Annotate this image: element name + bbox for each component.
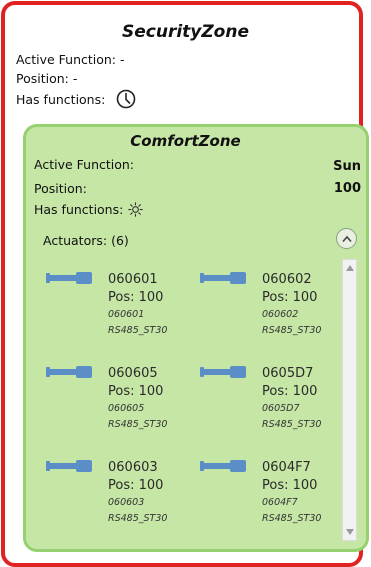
- actuator-name: 0605D7: [262, 366, 314, 381]
- actuator-icon: [46, 460, 92, 472]
- clock-icon[interactable]: [116, 89, 136, 109]
- actuator-position: Pos: 100: [262, 478, 318, 493]
- comfort-position-value: 100: [333, 181, 361, 196]
- actuator-icon: [46, 366, 92, 378]
- actuator-id: 060605: [108, 403, 145, 414]
- actuator-id: 0605D7: [262, 403, 300, 414]
- scroll-up-arrow-icon[interactable]: [346, 265, 354, 271]
- actuator-item[interactable]: 060601 Pos: 100 060601 RS485_ST30: [46, 267, 186, 359]
- comfort-zone-title: ComfortZone: [130, 132, 241, 150]
- sun-icon[interactable]: [128, 202, 143, 217]
- actuator-name: 060602: [262, 272, 312, 287]
- actuator-icon: [200, 272, 246, 284]
- actuator-type: RS485_ST30: [262, 419, 322, 430]
- actuator-item[interactable]: 060605 Pos: 100 060605 RS485_ST30: [46, 361, 186, 453]
- actuator-position: Pos: 100: [108, 478, 164, 493]
- scroll-down-arrow-icon[interactable]: [346, 529, 354, 535]
- actuator-name: 060601: [108, 272, 158, 287]
- actuator-id: 060602: [262, 309, 299, 320]
- actuator-position: Pos: 100: [108, 384, 164, 399]
- actuator-type: RS485_ST30: [108, 419, 168, 430]
- actuator-name: 060603: [108, 460, 158, 475]
- comfort-position-label: Position:: [34, 181, 87, 196]
- security-position: Position: -: [16, 71, 78, 86]
- actuator-item[interactable]: 0605D7 Pos: 100 0605D7 RS485_ST30: [200, 361, 340, 453]
- security-active-function: Active Function: -: [16, 52, 125, 67]
- comfort-has-functions: Has functions:: [34, 202, 124, 217]
- actuator-type: RS485_ST30: [108, 325, 168, 336]
- actuator-position: Pos: 100: [262, 384, 318, 399]
- actuator-name: 060605: [108, 366, 158, 381]
- actuator-icon: [46, 272, 92, 284]
- actuator-type: RS485_ST30: [262, 513, 322, 524]
- comfort-active-function-value: Sun: [333, 159, 361, 174]
- actuator-id: 060601: [108, 309, 145, 320]
- actuator-type: RS485_ST30: [262, 325, 322, 336]
- comfort-active-function-label: Active Function:: [34, 157, 135, 172]
- actuator-type: RS485_ST30: [108, 513, 168, 524]
- chevron-up-icon: [341, 235, 352, 242]
- actuator-id: 0604F7: [262, 497, 298, 508]
- actuator-scrollbar[interactable]: [342, 259, 357, 541]
- actuators-label: Actuators: (6): [43, 233, 129, 248]
- actuator-name: 0604F7: [262, 460, 311, 475]
- actuator-item[interactable]: 060603 Pos: 100 060603 RS485_ST30: [46, 455, 186, 547]
- actuators-collapse-button[interactable]: [336, 228, 357, 249]
- security-has-functions: Has functions:: [16, 92, 106, 107]
- actuator-icon: [200, 460, 246, 472]
- actuator-item[interactable]: 060602 Pos: 100 060602 RS485_ST30: [200, 267, 340, 359]
- actuator-position: Pos: 100: [262, 290, 318, 305]
- actuator-item[interactable]: 0604F7 Pos: 100 0604F7 RS485_ST30: [200, 455, 340, 547]
- actuator-position: Pos: 100: [108, 290, 164, 305]
- actuator-icon: [200, 366, 246, 378]
- security-zone-title: SecurityZone: [121, 22, 249, 42]
- actuator-id: 060603: [108, 497, 145, 508]
